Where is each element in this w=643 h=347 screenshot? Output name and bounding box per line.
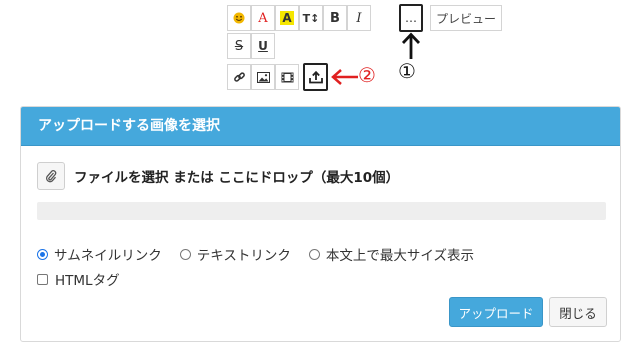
upload-progress-bar (37, 202, 606, 220)
font-size-button[interactable]: T↕ (299, 5, 323, 31)
paperclip-icon (46, 170, 57, 183)
font-color-button[interactable]: A (251, 5, 275, 31)
more-icon: … (405, 11, 417, 25)
italic-button[interactable]: I (347, 5, 371, 31)
emoji-button[interactable] (227, 5, 251, 31)
upload-submit-button[interactable]: アップロード (449, 297, 543, 327)
more-button[interactable]: … (399, 4, 423, 32)
font-size-icon: T↕ (302, 11, 320, 25)
image-button[interactable] (251, 64, 275, 90)
link-icon (233, 71, 245, 82)
strikethrough-icon: S (234, 38, 244, 54)
radio-button[interactable] (308, 248, 320, 260)
radio-text-link[interactable]: テキストリンク (179, 244, 291, 264)
radio-button[interactable] (179, 248, 191, 260)
upload-button[interactable] (303, 63, 328, 91)
close-button[interactable]: 閉じる (549, 297, 607, 327)
radio-label: 本文上で最大サイズ表示 (325, 248, 474, 264)
radio-label: サムネイルリンク (54, 248, 162, 264)
link-type-radio-group: サムネイルリンク テキストリンク 本文上で最大サイズ表示 (37, 244, 492, 264)
upload-dialog: アップロードする画像を選択 ファイルを選択 または ここにドロップ（最大10個）… (20, 106, 621, 342)
italic-icon: I (356, 10, 362, 26)
film-icon (281, 72, 293, 82)
html-tag-label: HTMLタグ (55, 273, 120, 289)
underline-icon: U (258, 39, 268, 53)
upload-icon (308, 70, 323, 84)
file-select-button[interactable] (37, 162, 65, 190)
underline-button[interactable]: U (251, 33, 275, 59)
html-tag-checkbox[interactable] (37, 273, 48, 285)
font-color-icon: A (258, 10, 268, 26)
radio-button[interactable] (37, 248, 48, 260)
video-button[interactable] (275, 64, 299, 90)
bold-button[interactable]: B (323, 5, 347, 31)
bold-icon: B (330, 10, 340, 26)
preview-button[interactable]: プレビュー (430, 5, 502, 31)
radio-max-size-display[interactable]: 本文上で最大サイズ表示 (308, 244, 474, 264)
file-select-row[interactable]: ファイルを選択 または ここにドロップ（最大10個） (37, 162, 399, 190)
highlight-icon: A (280, 11, 294, 25)
link-button[interactable] (227, 64, 251, 90)
file-select-label: ファイルを選択 または ここにドロップ（最大10個） (74, 170, 400, 186)
radio-thumbnail-link[interactable]: サムネイルリンク (37, 244, 162, 264)
preview-label: プレビュー (435, 11, 496, 26)
html-tag-option[interactable]: HTMLタグ (37, 269, 120, 289)
black-arrow-icon (401, 32, 421, 59)
annotation-marker-1: ① (398, 59, 416, 83)
close-label: 閉じる (559, 305, 597, 321)
annotation-marker-2: ② (358, 63, 376, 87)
dialog-title: アップロードする画像を選択 (21, 107, 620, 146)
emoji-icon (233, 12, 245, 24)
strikethrough-button[interactable]: S (227, 33, 251, 59)
radio-label: テキストリンク (196, 248, 291, 264)
highlight-button[interactable]: A (275, 5, 299, 31)
image-icon (256, 71, 270, 83)
red-arrow-icon (331, 69, 358, 85)
upload-submit-label: アップロード (458, 305, 534, 321)
